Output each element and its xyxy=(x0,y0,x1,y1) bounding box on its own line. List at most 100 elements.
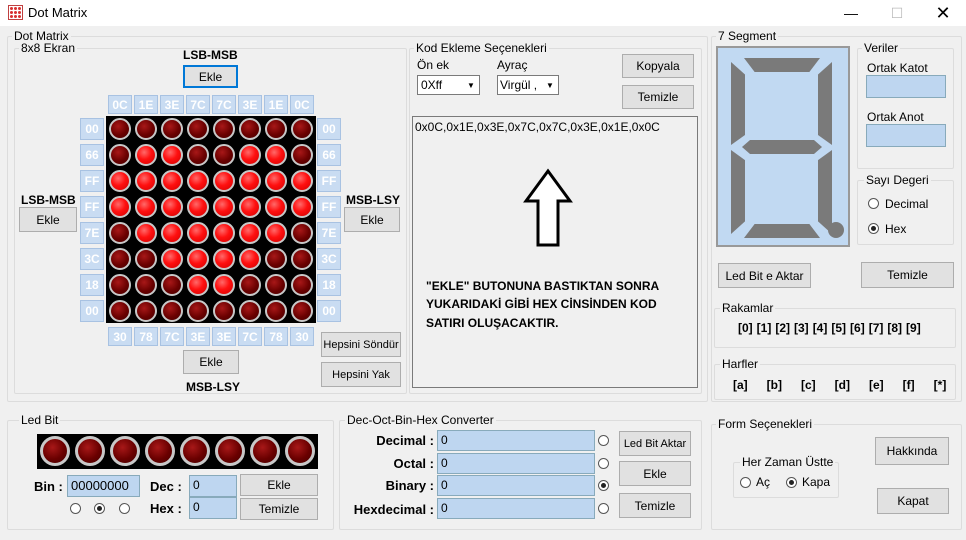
common-cathode-field[interactable] xyxy=(866,75,946,98)
led-on[interactable] xyxy=(109,170,131,192)
converter-clear-button[interactable]: Temizle xyxy=(619,493,691,518)
octal-radio[interactable] xyxy=(598,458,609,469)
hex-code-right[interactable]: 00 xyxy=(317,118,341,140)
hex-code-top[interactable]: 3E xyxy=(238,95,262,114)
led-off[interactable] xyxy=(161,274,183,296)
digit-link[interactable]: [7] xyxy=(869,321,884,335)
led-off[interactable] xyxy=(187,300,209,322)
led-off[interactable] xyxy=(109,300,131,322)
ledbit-led[interactable] xyxy=(145,436,175,466)
send-to-ledbit-button[interactable]: Led Bit e Aktar xyxy=(718,263,811,288)
led-on[interactable] xyxy=(291,170,313,192)
hex-code-right[interactable]: 7E xyxy=(317,222,341,244)
common-anode-field[interactable] xyxy=(866,124,946,147)
led-off[interactable] xyxy=(161,300,183,322)
hex-code-top[interactable]: 0C xyxy=(108,95,132,114)
ledbit-led[interactable] xyxy=(40,436,70,466)
topmost-on-radio[interactable] xyxy=(740,477,751,488)
hex-code-bottom[interactable]: 30 xyxy=(290,327,314,346)
led-off[interactable] xyxy=(265,118,287,140)
hex-code-bottom[interactable]: 7C xyxy=(160,327,184,346)
led-off[interactable] xyxy=(291,248,313,270)
separator-select[interactable]: Virgül , ▼ xyxy=(497,75,559,95)
led-on[interactable] xyxy=(239,248,261,270)
hex-radio[interactable] xyxy=(868,223,879,234)
digit-link[interactable]: [8] xyxy=(887,321,902,335)
led-on[interactable] xyxy=(213,196,235,218)
letter-link[interactable]: [d] xyxy=(835,378,850,392)
hex-code-top[interactable]: 0C xyxy=(290,95,314,114)
ledbit-radio-2[interactable] xyxy=(94,503,105,514)
turn-on-all-button[interactable]: Hepsini Yak xyxy=(321,362,401,387)
close-app-button[interactable]: Kapat xyxy=(877,488,949,514)
led-on[interactable] xyxy=(187,196,209,218)
minimize-icon[interactable]: — xyxy=(828,0,874,26)
led-off[interactable] xyxy=(135,300,157,322)
led-off[interactable] xyxy=(161,118,183,140)
hex-code-top[interactable]: 7C xyxy=(186,95,210,114)
letter-link[interactable]: [e] xyxy=(869,378,884,392)
hex-code-right[interactable]: 66 xyxy=(317,144,341,166)
hex-code-top[interactable]: 3E xyxy=(160,95,184,114)
hex-code-top[interactable]: 7C xyxy=(212,95,236,114)
led-off[interactable] xyxy=(291,300,313,322)
led-off[interactable] xyxy=(265,248,287,270)
led-on[interactable] xyxy=(161,196,183,218)
digit-link[interactable]: [0] xyxy=(738,321,753,335)
hex-code-bottom[interactable]: 7C xyxy=(238,327,262,346)
hexdecimal-field[interactable]: 0 xyxy=(437,498,595,519)
hex-code-left[interactable]: 00 xyxy=(80,300,104,322)
led-on[interactable] xyxy=(161,222,183,244)
led-off[interactable] xyxy=(109,274,131,296)
letter-link[interactable]: [*] xyxy=(934,378,947,392)
hex-code-bottom[interactable]: 30 xyxy=(108,327,132,346)
converter-send-button[interactable]: Led Bit Aktar xyxy=(619,431,691,456)
led-off[interactable] xyxy=(291,222,313,244)
binary-radio[interactable] xyxy=(598,480,609,491)
led-on[interactable] xyxy=(239,170,261,192)
led-off[interactable] xyxy=(135,118,157,140)
led-on[interactable] xyxy=(265,222,287,244)
led-off[interactable] xyxy=(265,300,287,322)
code-output-area[interactable] xyxy=(412,116,698,388)
led-on[interactable] xyxy=(135,196,157,218)
bottom-add-button[interactable]: Ekle xyxy=(183,350,239,374)
bin-field[interactable]: 00000000 xyxy=(67,475,140,497)
led-on[interactable] xyxy=(161,144,183,166)
led-on[interactable] xyxy=(239,222,261,244)
letter-link[interactable]: [c] xyxy=(801,378,816,392)
hexdecimal-radio[interactable] xyxy=(598,503,609,514)
ledbit-led[interactable] xyxy=(110,436,140,466)
ledbit-clear-button[interactable]: Temizle xyxy=(240,498,318,520)
hex-code-left[interactable]: 66 xyxy=(80,144,104,166)
hex-code-left[interactable]: FF xyxy=(80,196,104,218)
hex-code-bottom[interactable]: 78 xyxy=(264,327,288,346)
hex-code-left[interactable]: 7E xyxy=(80,222,104,244)
ledbit-radio-3[interactable] xyxy=(119,503,130,514)
led-on[interactable] xyxy=(135,170,157,192)
digit-link[interactable]: [2] xyxy=(775,321,790,335)
led-on[interactable] xyxy=(265,196,287,218)
led-on[interactable] xyxy=(239,144,261,166)
led-off[interactable] xyxy=(213,118,235,140)
led-on[interactable] xyxy=(135,222,157,244)
led-off[interactable] xyxy=(187,118,209,140)
led-on[interactable] xyxy=(161,170,183,192)
converter-add-button[interactable]: Ekle xyxy=(619,461,691,486)
led-on[interactable] xyxy=(213,170,235,192)
hex-code-bottom[interactable]: 78 xyxy=(134,327,158,346)
digit-link[interactable]: [3] xyxy=(794,321,809,335)
hex-code-right[interactable]: 18 xyxy=(317,274,341,296)
hex-code-top[interactable]: 1E xyxy=(134,95,158,114)
led-off[interactable] xyxy=(291,144,313,166)
ledbit-led[interactable] xyxy=(215,436,245,466)
ledbit-led[interactable] xyxy=(75,436,105,466)
led-off[interactable] xyxy=(265,274,287,296)
topmost-off-radio[interactable] xyxy=(786,477,797,488)
led-on[interactable] xyxy=(265,170,287,192)
ledbit-add-button[interactable]: Ekle xyxy=(240,474,318,496)
led-off[interactable] xyxy=(239,274,261,296)
hex-field[interactable]: 0 xyxy=(189,497,237,519)
led-on[interactable] xyxy=(135,144,157,166)
hex-code-bottom[interactable]: 3E xyxy=(212,327,236,346)
